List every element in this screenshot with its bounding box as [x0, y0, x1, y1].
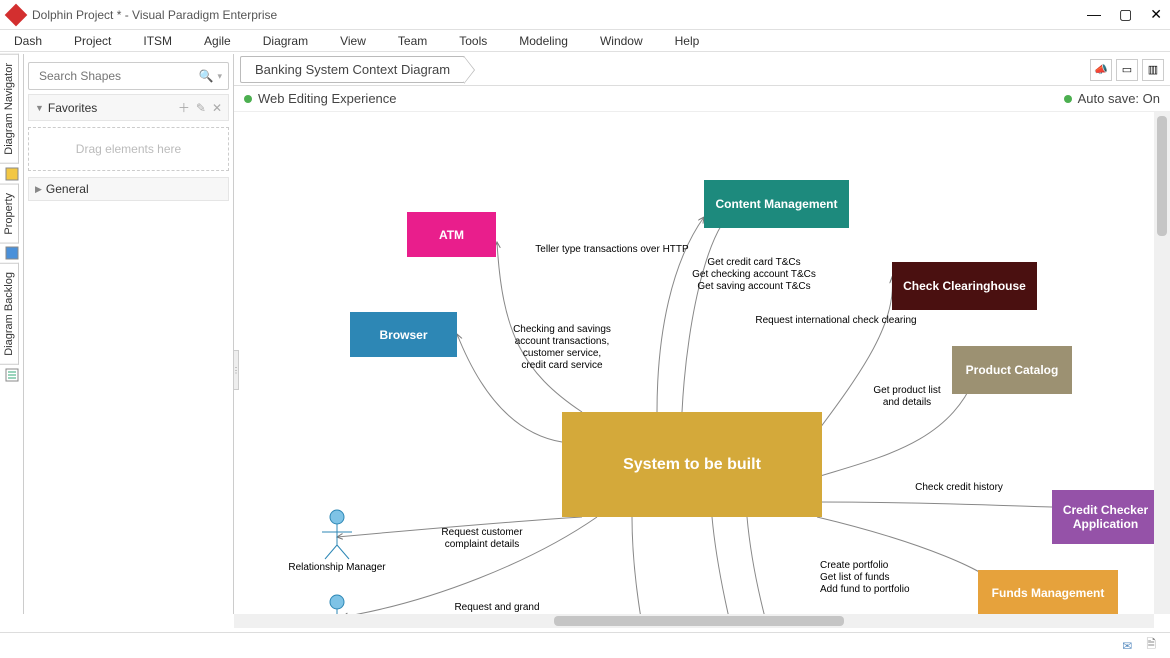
canvas-status-row: Web Editing Experience Auto save: On	[234, 86, 1170, 112]
favorites-section[interactable]: ▼ Favorites ＋ ✎ ✕	[28, 94, 229, 121]
side-tab-navigator[interactable]: Diagram Navigator	[0, 54, 19, 164]
minimize-button[interactable]: —	[1087, 6, 1101, 23]
layout-icon[interactable]: ▭	[1116, 59, 1138, 81]
node-atm[interactable]: ATM	[407, 212, 496, 257]
status-dot-icon	[244, 95, 252, 103]
menu-team[interactable]: Team	[398, 34, 427, 48]
app-logo-icon	[5, 3, 28, 26]
menu-window[interactable]: Window	[600, 34, 643, 48]
titlebar: Dolphin Project * - Visual Paradigm Ente…	[0, 0, 1170, 30]
vertical-scrollbar[interactable]	[1154, 112, 1170, 614]
label-intl: Request international check clearing	[736, 315, 936, 327]
chevron-right-icon: ▶	[35, 184, 42, 195]
canvas-header: Banking System Context Diagram 📣 ▭ ▥	[234, 54, 1170, 86]
label-teller: Teller type transactions over HTTP	[522, 244, 702, 256]
actor-relationship-manager[interactable]: Relationship Manager	[282, 507, 392, 573]
menu-tools[interactable]: Tools	[459, 34, 487, 48]
label-browser: Checking and savings account transaction…	[497, 324, 627, 372]
left-panel: 🔍 ▾ ▼ Favorites ＋ ✎ ✕ Drag elements here…	[24, 54, 234, 614]
status-right-text: Auto save: On	[1078, 91, 1160, 106]
node-browser[interactable]: Browser	[350, 312, 457, 357]
actor-label: Relationship Manager	[282, 562, 392, 573]
label-complaint: Request customer complaint details	[427, 527, 537, 551]
bottom-statusbar: ✉ 🗎	[0, 632, 1170, 658]
menu-dash[interactable]: Dash	[14, 34, 42, 48]
menubar: Dash Project ITSM Agile Diagram View Tea…	[0, 30, 1170, 52]
panels-icon[interactable]: ▥	[1142, 59, 1164, 81]
label-credit-history: Check credit history	[894, 482, 1024, 494]
breadcrumb[interactable]: Banking System Context Diagram	[240, 56, 465, 83]
node-system[interactable]: System to be built	[562, 412, 822, 517]
search-input[interactable]	[35, 65, 199, 87]
favorites-dropzone[interactable]: Drag elements here	[28, 127, 229, 171]
status-left-text: Web Editing Experience	[258, 91, 397, 106]
node-check[interactable]: Check Clearinghouse	[892, 262, 1037, 310]
navigator-icon	[5, 167, 19, 181]
actor-2[interactable]	[282, 592, 392, 614]
favorites-label: Favorites	[48, 101, 97, 115]
menu-modeling[interactable]: Modeling	[519, 34, 568, 48]
diagram-canvas[interactable]: ATM Browser Content Management Check Cle…	[242, 112, 1154, 614]
node-credit[interactable]: Credit Checker Application	[1052, 490, 1154, 544]
mail-icon[interactable]: ✉	[1122, 639, 1132, 653]
doc-icon[interactable]: 🗎	[1146, 635, 1156, 656]
node-funds[interactable]: Funds Management	[978, 570, 1118, 614]
close-button[interactable]: ✕	[1150, 6, 1162, 23]
property-icon	[5, 246, 19, 260]
search-dropdown-icon[interactable]: ▾	[217, 71, 222, 82]
canvas-wrap: Banking System Context Diagram 📣 ▭ ▥ Web…	[234, 54, 1170, 628]
window-title: Dolphin Project * - Visual Paradigm Ente…	[32, 8, 1087, 22]
remove-favorite-icon[interactable]: ✕	[212, 101, 222, 115]
menu-project[interactable]: Project	[74, 34, 111, 48]
general-label: General	[46, 182, 89, 196]
announce-icon[interactable]: 📣	[1090, 59, 1112, 81]
label-portfolio: Create portfolio Get list of funds Add f…	[820, 560, 940, 596]
actor-icon	[317, 592, 357, 614]
add-favorite-icon[interactable]: ＋	[178, 99, 190, 116]
label-waiver: Request and grand waiver approval	[442, 602, 552, 614]
menu-diagram[interactable]: Diagram	[263, 34, 308, 48]
actor-icon	[317, 507, 357, 562]
search-icon[interactable]: 🔍	[199, 69, 214, 83]
edit-favorite-icon[interactable]: ✎	[196, 101, 206, 115]
search-shapes[interactable]: 🔍 ▾	[28, 62, 229, 90]
horizontal-scrollbar[interactable]	[234, 614, 1154, 628]
menu-view[interactable]: View	[340, 34, 366, 48]
chevron-down-icon: ▼	[35, 103, 44, 113]
backlog-icon	[5, 368, 19, 382]
general-section[interactable]: ▶ General	[28, 177, 229, 201]
side-tab-property[interactable]: Property	[0, 184, 19, 244]
label-tcs: Get credit card T&Cs Get checking accoun…	[674, 257, 834, 293]
menu-help[interactable]: Help	[675, 34, 700, 48]
label-product: Get product list and details	[862, 385, 952, 409]
node-content[interactable]: Content Management	[704, 180, 849, 228]
menu-agile[interactable]: Agile	[204, 34, 231, 48]
menu-itsm[interactable]: ITSM	[143, 34, 172, 48]
side-tabs: Diagram Navigator Property Diagram Backl…	[0, 54, 24, 614]
autosave-dot-icon	[1064, 95, 1072, 103]
maximize-button[interactable]: ▢	[1119, 6, 1132, 23]
side-tab-backlog[interactable]: Diagram Backlog	[0, 263, 19, 365]
node-catalog[interactable]: Product Catalog	[952, 346, 1072, 394]
